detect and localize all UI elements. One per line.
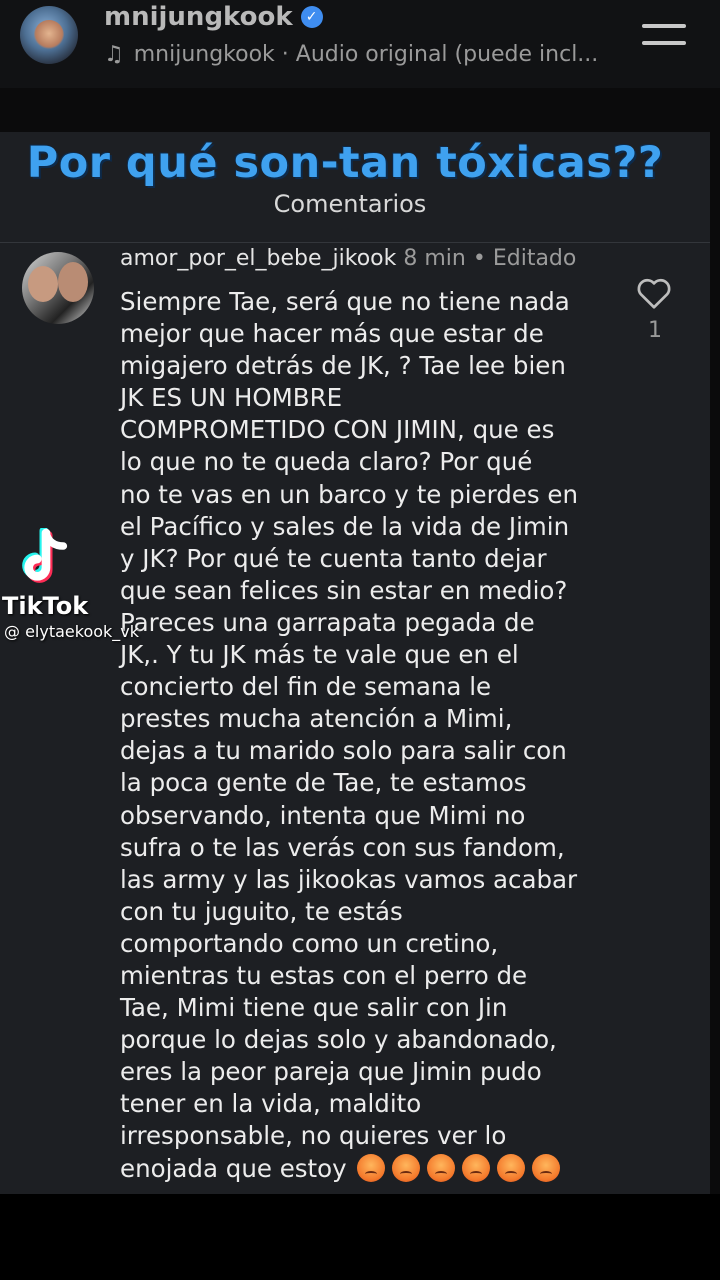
creator-username-row[interactable]: mnijungkook ✓ [104,2,323,32]
audio-row[interactable]: ♫ mnijungkook · Audio original (puede in… [104,42,598,67]
angry-emoji-group [356,1153,567,1185]
creator-avatar[interactable] [20,6,78,64]
comment-line: eres la peor pareja que Jimin pudo [120,1057,542,1087]
comment-text: Siempre Tae, será que no tiene nada mejo… [120,286,620,1185]
creator-username[interactable]: mnijungkook [104,2,293,32]
verified-badge-icon: ✓ [300,6,323,28]
angry-face-icon [531,1153,560,1182]
tiktok-brand-text: TikTok [2,592,89,620]
comment-line: Pareces una garrapata pegada de [120,607,535,637]
comment-line: el Pacífico y sales de la vida de Jimin [120,511,570,541]
menu-icon[interactable] [642,24,686,48]
audio-title[interactable]: mnijungkook · Audio original (puede incl… [134,42,599,67]
meta-separator: • [472,246,486,271]
angry-face-icon [426,1153,455,1182]
comment-line: mejor que hacer más que estar de [120,319,544,349]
comment-meta: amor_por_el_bebe_jikook 8 min • Editado [120,246,576,271]
commenter-avatar[interactable] [22,252,94,324]
comment-line: JK ES UN HOMBRE [120,383,343,413]
bottom-bar [0,1194,720,1280]
comment-line: la poca gente de Tae, te estamos [120,768,527,798]
angry-face-icon [461,1153,490,1182]
comment-line: migajero detrás de JK, ? Tae lee bien [120,351,566,381]
comment-edited-label: Editado [492,246,577,271]
comment-line: comportando como un cretino, [120,928,499,958]
comment-line: tener en la vida, maldito [120,1089,422,1119]
like-count: 1 [648,318,662,343]
comment-line: con tu juguito, te estás [120,896,403,926]
reel-header: mnijungkook ✓ ♫ mnijungkook · Audio orig… [0,0,720,88]
comment-line: prestes mucha atención a Mimi, [120,704,513,734]
comment-line: que sean felices sin estar en medio? [120,575,568,605]
comment-line-last: enojada que estoy [120,1153,620,1185]
tiktok-handle: @ elytaekook_vk [4,622,140,641]
comments-divider [0,242,710,243]
angry-face-icon [496,1153,525,1182]
music-note-icon: ♫ [104,42,124,67]
comment-line: enojada que estoy [120,1153,347,1183]
comments-title: Comentarios [273,190,427,218]
comment-line: Siempre Tae, será que no tiene nada [120,287,570,316]
angry-face-icon [356,1153,385,1182]
comment-line: dejas a tu marido solo para salir con [120,736,567,766]
comment-line: no te vas en un barco y te pierdes en [120,479,579,509]
comment-line: JK,. Y tu JK más te vale que en el [120,640,519,670]
comment-line: COMPROMETIDO CON JIMIN, que es [120,415,555,445]
commenter-username[interactable]: amor_por_el_bebe_jikook [120,246,396,271]
comment-line: Tae, Mimi tiene que salir con Jin [120,993,508,1023]
comment-line: concierto del fin de semana le [120,672,492,702]
overlay-headline: Por qué son-tan tóxicas?? [26,138,664,188]
comment-line: lo que no te queda claro? Por qué [120,447,533,477]
heart-icon[interactable] [636,276,672,310]
angry-face-icon [391,1153,420,1182]
comment-line: mientras tu estas con el perro de [120,960,528,990]
comment-line: y JK? Por qué te cuenta tanto dejar [120,543,547,573]
comment-line: observando, intenta que Mimi no [120,800,526,830]
comment-line: irresponsable, no quieres ver lo [120,1121,507,1151]
comment-line: porque lo dejas solo y abandonado, [120,1025,557,1055]
comment-line: las army y las jikookas vamos acabar [120,864,578,894]
comment-line: sufra o te las verás con sus fandom, [120,832,565,862]
comment-time: 8 min [403,246,466,271]
tiktok-logo-icon [22,528,68,583]
